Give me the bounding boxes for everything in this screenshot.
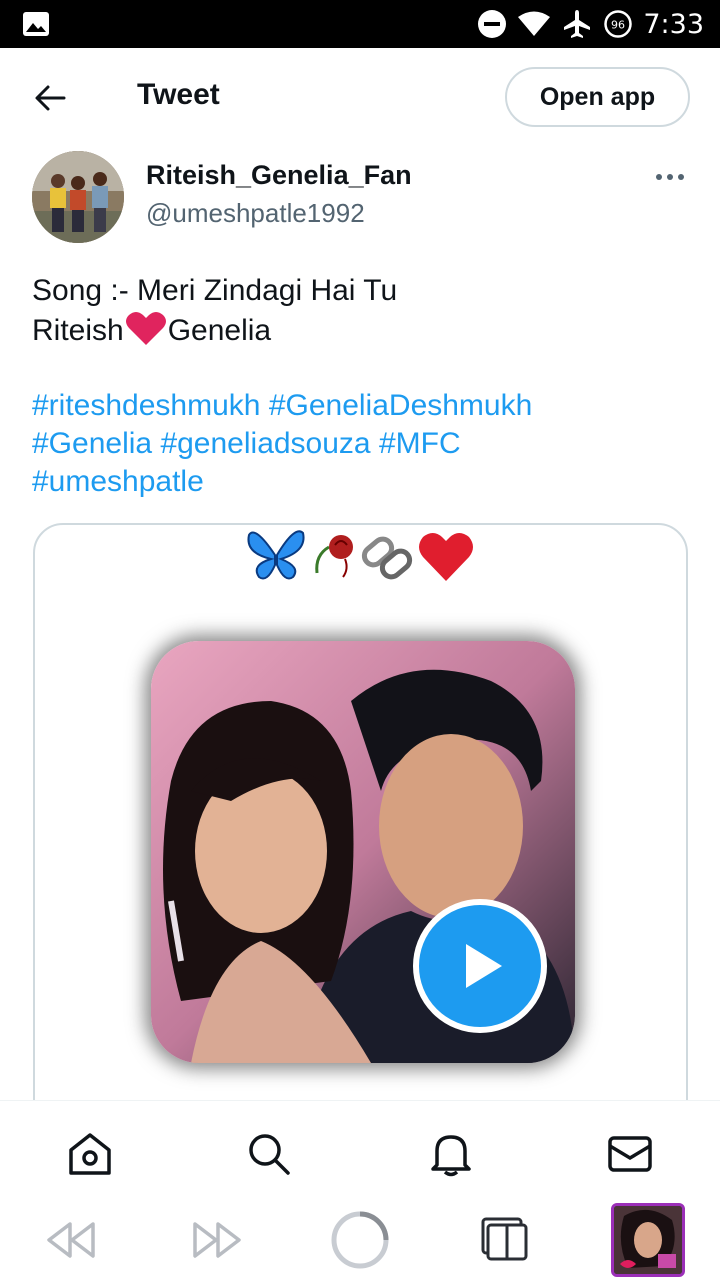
battery-icon: 96 bbox=[603, 9, 633, 39]
wilted-rose-emoji bbox=[315, 535, 353, 578]
back-icon[interactable] bbox=[44, 1220, 98, 1260]
search-icon[interactable] bbox=[246, 1131, 292, 1177]
author-name[interactable]: Riteish_Genelia_Fan bbox=[146, 160, 412, 191]
avatar[interactable] bbox=[32, 151, 124, 243]
play-icon bbox=[466, 944, 502, 988]
hashtag-link[interactable]: #Genelia bbox=[32, 427, 152, 460]
top-bar: Tweet Open app bbox=[0, 48, 720, 146]
messages-icon[interactable] bbox=[607, 1131, 653, 1177]
play-button[interactable] bbox=[413, 899, 547, 1033]
red-heart-emoji bbox=[125, 310, 167, 356]
tweet-hashtags: #riteshdeshmukh #GeneliaDeshmukh #Geneli… bbox=[32, 387, 692, 501]
tweet-word-riteish: Riteish bbox=[32, 314, 124, 347]
video-card[interactable] bbox=[33, 523, 688, 1143]
forward-icon[interactable] bbox=[190, 1220, 244, 1260]
more-options-icon[interactable] bbox=[650, 165, 690, 189]
tweet-line-1: Song :- Meri Zindagi Hai Tu bbox=[32, 274, 398, 307]
tweet-word-genelia: Genelia bbox=[167, 314, 272, 347]
svg-text:96: 96 bbox=[611, 19, 625, 32]
emoji-row bbox=[245, 525, 480, 585]
do-not-disturb-icon bbox=[477, 9, 507, 39]
open-app-button[interactable]: Open app bbox=[505, 67, 690, 127]
author-handle[interactable]: @umeshpatle1992 bbox=[146, 198, 365, 229]
hashtag-link[interactable]: #geneliadsouza bbox=[160, 427, 370, 460]
bottom-nav bbox=[0, 1100, 720, 1200]
video-thumbnail[interactable] bbox=[151, 641, 575, 1063]
status-bar: 96 7:33 bbox=[0, 0, 720, 48]
butterfly-emoji bbox=[247, 530, 305, 580]
chain-links-emoji bbox=[361, 536, 413, 580]
tweet-line-2: Riteish Genelia bbox=[32, 310, 692, 356]
page-title: Tweet bbox=[137, 78, 220, 111]
hashtag-link[interactable]: #GeneliaDeshmukh bbox=[269, 389, 532, 422]
clock: 7:33 bbox=[643, 8, 704, 40]
loading-icon[interactable] bbox=[328, 1208, 392, 1272]
back-arrow-icon[interactable] bbox=[30, 78, 70, 118]
airplane-icon bbox=[561, 8, 593, 40]
tab-thumbnail[interactable] bbox=[611, 1203, 685, 1277]
home-icon[interactable] bbox=[67, 1131, 113, 1177]
hashtag-link[interactable]: #riteshdeshmukh bbox=[32, 389, 260, 422]
hashtag-link[interactable]: #umeshpatle bbox=[32, 465, 204, 498]
hashtag-link[interactable]: #MFC bbox=[379, 427, 461, 460]
tabs-icon[interactable] bbox=[478, 1214, 530, 1264]
tweet-text: Song :- Meri Zindagi Hai Tu Riteish Genel… bbox=[32, 272, 692, 356]
notifications-icon[interactable] bbox=[428, 1131, 474, 1177]
image-icon bbox=[22, 11, 50, 42]
red-heart-emoji bbox=[419, 533, 473, 581]
wifi-icon bbox=[517, 11, 551, 37]
